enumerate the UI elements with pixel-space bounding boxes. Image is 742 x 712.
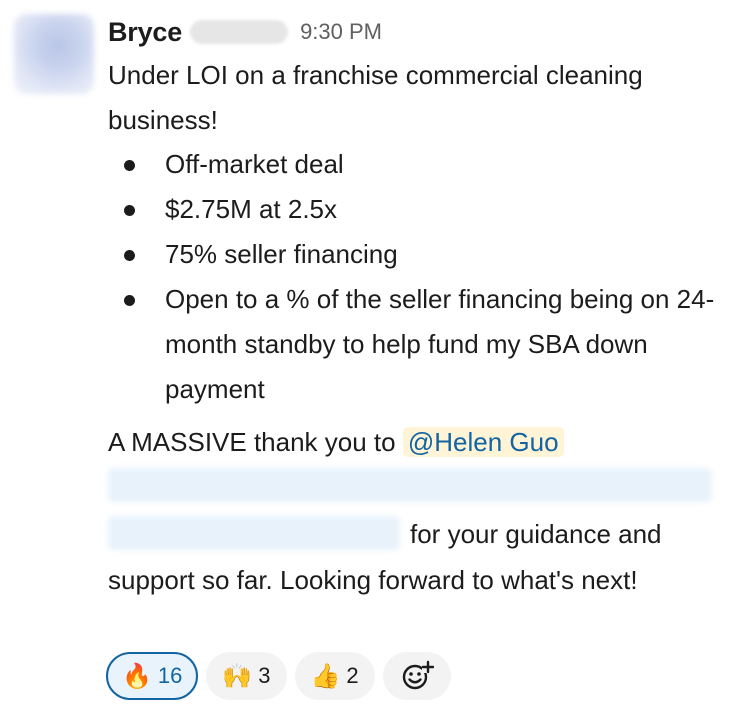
- list-item: Off-market deal: [108, 142, 728, 187]
- list-item: 75% seller financing: [108, 232, 728, 277]
- redacted-mentions: [108, 468, 712, 502]
- timestamp[interactable]: 9:30 PM: [300, 19, 382, 45]
- mention-helen-guo[interactable]: @Helen Guo: [402, 427, 564, 457]
- thumbs-up-icon: 👍: [310, 662, 341, 690]
- sender-name[interactable]: Bryce: [108, 17, 182, 48]
- fire-icon: 🔥: [122, 662, 152, 690]
- reaction-count: 2: [346, 663, 359, 688]
- reaction-raised-hands[interactable]: 🙌 3: [206, 652, 287, 700]
- bullet-list: Off-market deal $2.75M at 2.5x 75% selle…: [108, 142, 728, 412]
- add-reaction-button[interactable]: [382, 652, 451, 700]
- redacted-name: [190, 20, 289, 44]
- message-header: Bryce 9:30 PM: [108, 14, 382, 50]
- list-item: $2.75M at 2.5x: [108, 187, 728, 232]
- add-reaction-icon: [402, 660, 434, 690]
- raised-hands-icon: 🙌: [222, 662, 253, 690]
- message-tail: support so far. Looking forward to what'…: [108, 565, 638, 595]
- reaction-count: 16: [157, 663, 183, 688]
- message-intro: Under LOI on a franchise commercial clea…: [108, 60, 643, 135]
- message-tail-line: for your guidance and: [410, 519, 662, 549]
- reactions-bar: 🔥 16 🙌 3 👍 2: [106, 652, 451, 700]
- avatar[interactable]: [14, 14, 94, 94]
- reaction-count: 3: [258, 663, 271, 688]
- thanks-line: A MASSIVE thank you to @Helen Guo: [108, 420, 728, 465]
- list-item: Open to a % of the seller financing bein…: [108, 277, 728, 412]
- reaction-thumbs-up[interactable]: 👍 2: [294, 652, 375, 700]
- reaction-fire[interactable]: 🔥 16: [106, 652, 199, 700]
- thanks-text: A MASSIVE thank you to: [108, 427, 396, 457]
- redacted-mentions: [108, 516, 400, 550]
